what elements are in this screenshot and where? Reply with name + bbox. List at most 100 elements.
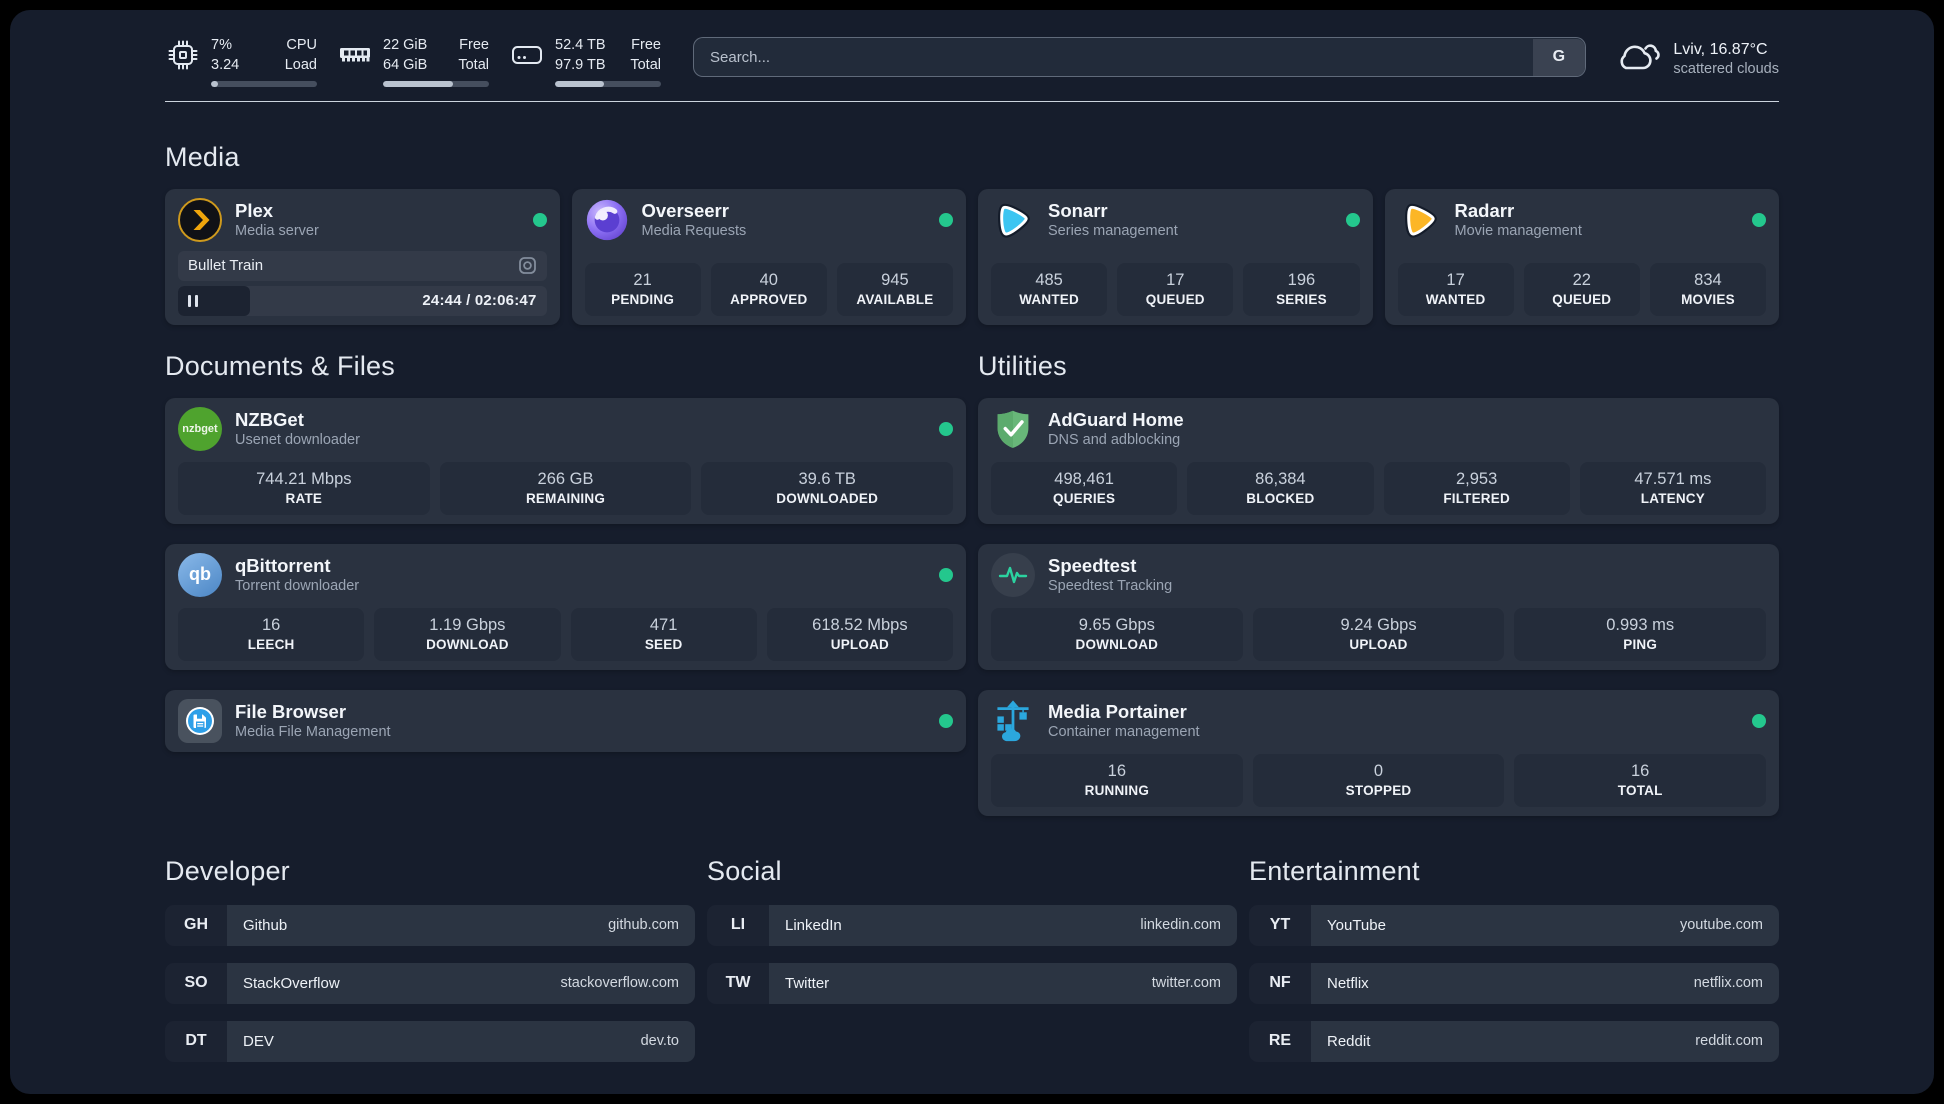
app-name: Overseerr <box>641 200 729 222</box>
radarr-icon <box>1398 198 1442 242</box>
speedtest-icon <box>991 552 1035 597</box>
app-card-qbittorrent[interactable]: qb qBittorrent Torrent downloader 16 LEEC… <box>165 543 966 670</box>
stat-tile: 0.993 ms PING <box>1514 607 1767 661</box>
status-dot <box>532 212 547 227</box>
now-playing-title: Bullet Train <box>188 257 264 275</box>
disk-stat: 52.4 TB 97.9 TB Free Total <box>509 36 661 87</box>
section-title-documents: Documents & Files <box>165 350 395 381</box>
link-twitter[interactable]: TW Twitter twitter.com <box>707 962 1237 1004</box>
link-abbr: NF <box>1249 962 1311 1004</box>
app-card-radarr[interactable]: Radarr Movie management 17 WANTED 22 QUEUE… <box>1384 188 1779 325</box>
section-title-utilities: Utilities <box>978 350 1067 381</box>
disk-label-2: Total <box>630 56 661 73</box>
link-youtube[interactable]: YT YouTube youtube.com <box>1249 904 1779 946</box>
status-dot <box>1345 212 1360 227</box>
section-title-entertainment: Entertainment <box>1249 855 1420 886</box>
section-title-social: Social <box>707 855 782 886</box>
link-github[interactable]: GH Github github.com <box>165 904 695 946</box>
app-card-nzbget[interactable]: nzbget NZBGet Usenet downloader 744.21 M… <box>165 397 966 524</box>
app-desc: Container management <box>1048 724 1200 741</box>
cloud-icon <box>1614 37 1661 80</box>
link-abbr: TW <box>707 962 769 1004</box>
app-desc: Media Requests <box>641 223 747 240</box>
cpu-stat: 7% 3.24 CPU Load <box>165 36 317 87</box>
stat-tile: 266 GB REMAINING <box>439 461 692 515</box>
session-icon[interactable] <box>518 256 537 275</box>
social-column: Social LI LinkedIn linkedin.com TW Twitte… <box>707 816 1237 1004</box>
link-name: YouTube <box>1327 916 1386 934</box>
app-card-filebrowser[interactable]: File Browser Media File Management <box>165 689 966 752</box>
link-name: Netflix <box>1327 974 1369 992</box>
app-card-speedtest[interactable]: Speedtest Speedtest Tracking 9.65 Gbps DO… <box>978 543 1779 670</box>
link-url: reddit.com <box>1695 1033 1763 1050</box>
link-linkedin[interactable]: LI LinkedIn linkedin.com <box>707 904 1237 946</box>
status-dot <box>939 212 953 227</box>
stat-tile: 945 AVAILABLE <box>836 262 954 316</box>
app-card-sonarr[interactable]: Sonarr Series management 485 WANTED 17 QUE… <box>978 188 1373 325</box>
playback-time: 24:44 / 02:06:47 <box>422 292 537 310</box>
stat-tile: 16 TOTAL <box>1514 753 1767 807</box>
link-abbr: RE <box>1249 1020 1311 1062</box>
status-dot <box>939 421 953 436</box>
memory-label-2: Total <box>458 56 489 73</box>
filebrowser-icon <box>178 698 222 743</box>
stat-tile: 744.21 Mbps RATE <box>178 461 430 515</box>
link-name: LinkedIn <box>785 916 842 934</box>
section-title-developer: Developer <box>165 855 290 886</box>
status-dot <box>939 713 953 728</box>
weather-widget: Lviv, 16.87°C scattered clouds <box>1614 36 1779 80</box>
cpu-load-value: 3.24 <box>211 56 240 73</box>
app-name: NZBGet <box>235 409 304 431</box>
developer-column: Developer GH Github github.com SO StackOv… <box>165 816 695 1062</box>
link-url: dev.to <box>640 1033 679 1050</box>
link-dev-to[interactable]: DT DEV dev.to <box>165 1020 695 1062</box>
link-netflix[interactable]: NF Netflix netflix.com <box>1249 962 1779 1004</box>
app-name: qBittorrent <box>235 555 331 577</box>
cpu-icon <box>165 36 201 72</box>
app-name: AdGuard Home <box>1048 409 1184 431</box>
search-bar: G <box>693 37 1587 77</box>
plex-now-playing: Bullet Train 24:44 / 02:06:47 <box>178 242 547 316</box>
app-name: Sonarr <box>1048 200 1108 222</box>
stat-tile: 0 STOPPED <box>1252 753 1505 807</box>
search-input[interactable] <box>693 37 1587 77</box>
memory-free: 22 GiB <box>383 37 428 53</box>
top-bar: 7% 3.24 CPU Load 22 GiB 64 GiB Free Tota… <box>165 36 1779 87</box>
link-name: StackOverflow <box>243 974 340 992</box>
app-card-overseerr[interactable]: Overseerr Media Requests 21 PENDING 40 APP… <box>571 188 966 325</box>
search-provider-button[interactable]: G <box>1532 38 1585 76</box>
portainer-icon <box>991 699 1035 743</box>
app-desc: Media File Management <box>235 724 391 741</box>
link-abbr: DT <box>165 1020 227 1062</box>
dashboard: 7% 3.24 CPU Load 22 GiB 64 GiB Free Tota… <box>10 10 1934 1094</box>
stat-tile: 21 PENDING <box>584 262 701 316</box>
stat-tile: 1.19 Gbps DOWNLOAD <box>374 607 561 661</box>
disk-icon <box>509 36 545 72</box>
cpu-label-2: Load <box>284 56 317 73</box>
link-abbr: YT <box>1249 904 1311 946</box>
link-url: youtube.com <box>1679 917 1763 934</box>
link-name: DEV <box>243 1032 274 1050</box>
app-card-plex[interactable]: Plex Media server Bullet Train 24:44 / 0… <box>165 188 560 325</box>
adguard-icon <box>991 407 1035 451</box>
link-url: stackoverflow.com <box>560 975 679 992</box>
link-url: twitter.com <box>1151 975 1221 992</box>
plex-icon <box>178 197 222 242</box>
app-card-adguard[interactable]: AdGuard Home DNS and adblocking 498,461 Q… <box>978 397 1779 524</box>
entertainment-column: Entertainment YT YouTube youtube.com NF N… <box>1249 816 1779 1062</box>
media-grid: Plex Media server Bullet Train 24:44 / 0… <box>165 188 1779 325</box>
cpu-progress-bar <box>211 80 317 87</box>
header-divider <box>165 100 1779 102</box>
stat-tile: 16 LEECH <box>178 607 365 661</box>
app-desc: Speedtest Tracking <box>1048 578 1173 595</box>
memory-total: 64 GiB <box>383 56 428 73</box>
app-desc: Series management <box>1048 223 1178 240</box>
qbittorrent-icon: qb <box>178 552 222 597</box>
app-card-portainer[interactable]: Media Portainer Container management 16 R… <box>978 689 1779 816</box>
link-name: Github <box>243 916 288 934</box>
link-stackoverflow[interactable]: SO StackOverflow stackoverflow.com <box>165 962 695 1004</box>
link-abbr: GH <box>165 904 227 946</box>
link-reddit[interactable]: RE Reddit reddit.com <box>1249 1020 1779 1062</box>
cpu-label-1: CPU <box>286 37 317 53</box>
stat-tile: 17 WANTED <box>1397 262 1514 316</box>
